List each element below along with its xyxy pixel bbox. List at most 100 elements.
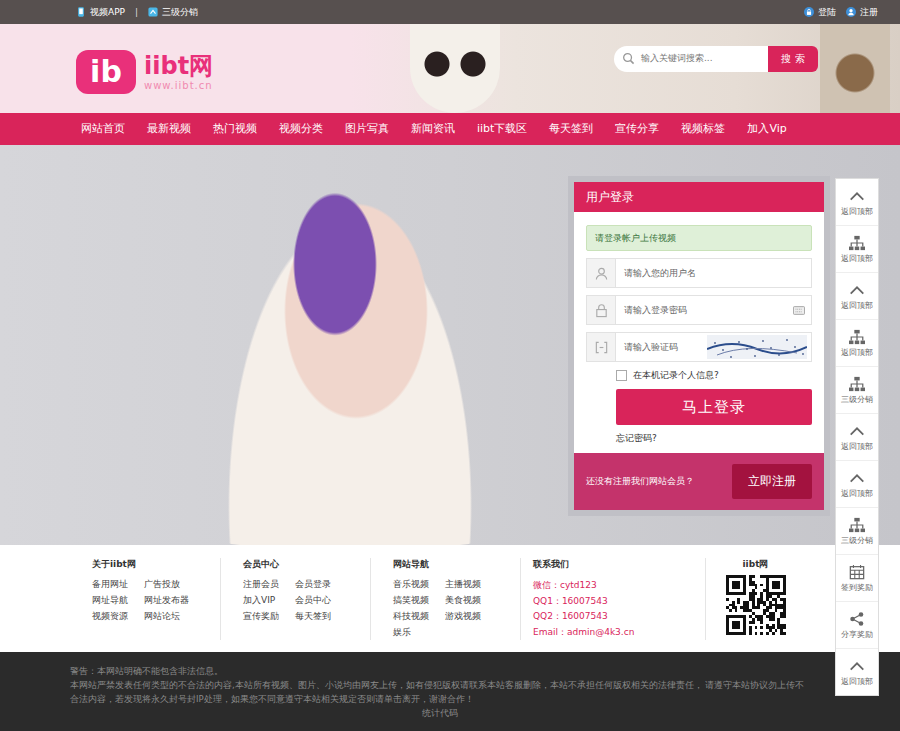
- footer-column: 关于iibt网备用网址广告投放网址导航网址发布器视频资源网站论坛: [92, 558, 220, 652]
- nav-item[interactable]: 视频分类: [268, 113, 334, 145]
- nav-item[interactable]: 热门视频: [202, 113, 268, 145]
- footer-link[interactable]: 备用网址: [92, 578, 144, 591]
- legal-text: 警告：本网站明确不能包含非法信息。: [70, 664, 810, 678]
- field-icon-box: [587, 296, 616, 324]
- logo-name: iibt网: [144, 52, 213, 80]
- hero-photo: [0, 145, 600, 545]
- login-link[interactable]: 登陆: [804, 6, 836, 19]
- floating-sidebar: 返回顶部返回顶部返回顶部返回顶部三级分销返回顶部返回顶部三级分销签到奖励分享奖励…: [835, 178, 879, 696]
- field-icon-box: [587, 259, 616, 287]
- remember-row[interactable]: 在本机记录个人信息?: [586, 369, 812, 382]
- remember-label: 在本机记录个人信息?: [633, 369, 719, 382]
- register-link[interactable]: 注册: [846, 6, 878, 19]
- footer-column-title: 会员中心: [243, 558, 370, 571]
- sidebar-item[interactable]: 返回顶部: [836, 273, 878, 320]
- footer-link[interactable]: 美食视频: [445, 594, 501, 607]
- keyboard-icon[interactable]: [793, 306, 805, 315]
- login-button[interactable]: 马上登录: [616, 389, 812, 425]
- register-prompt: 还没有注册我们网站会员？: [586, 475, 694, 488]
- nav-item[interactable]: 视频标签: [670, 113, 736, 145]
- footer-link[interactable]: 宣传奖励: [243, 610, 295, 623]
- qr-code: [726, 575, 786, 635]
- footer-link[interactable]: 娱乐: [393, 626, 445, 639]
- remember-checkbox[interactable]: [616, 370, 627, 381]
- sidebar-item[interactable]: 返回顶部: [836, 461, 878, 508]
- stats-link[interactable]: 统计代码: [70, 708, 810, 720]
- user-icon: [594, 266, 609, 281]
- nav-item[interactable]: 图片写真: [334, 113, 400, 145]
- footer-link-list: 注册会员会员登录加入VIP会员中心宣传奖励每天签到: [243, 578, 370, 623]
- footer-link[interactable]: 游戏视频: [445, 610, 501, 623]
- footer-link[interactable]: 音乐视频: [393, 578, 445, 591]
- sitemap-icon: [848, 329, 866, 345]
- login-panel: 用户登录请登录帐户上传视频请输入您的用户名请输入登录密码请输入验证码在本机记录个…: [568, 176, 830, 516]
- sidebar-item[interactable]: 返回顶部: [836, 226, 878, 273]
- nav-item[interactable]: 网站首页: [70, 113, 136, 145]
- top-bar: 视频APP|三级分销 登陆 注册: [0, 0, 900, 24]
- sidebar-label: 返回顶部: [841, 677, 873, 687]
- logo-mark: ib: [76, 50, 136, 94]
- distribution-link[interactable]: 三级分销: [148, 6, 198, 19]
- footer-link[interactable]: 加入VIP: [243, 594, 295, 607]
- footer-link[interactable]: 每天签到: [295, 610, 351, 623]
- field-placeholder: 请输入验证码: [616, 341, 707, 354]
- up-arrow-icon: [848, 188, 866, 204]
- search-button[interactable]: 搜 索: [768, 46, 818, 72]
- login-body: 请登录帐户上传视频请输入您的用户名请输入登录密码请输入验证码在本机记录个人信息?…: [574, 212, 824, 453]
- footer-link[interactable]: 搞笑视频: [393, 594, 445, 607]
- login-field[interactable]: 请输入验证码: [586, 332, 812, 362]
- user-icon: [846, 7, 856, 17]
- forgot-password-link[interactable]: 忘记密码?: [586, 432, 812, 445]
- sidebar-item[interactable]: 返回顶部: [836, 649, 878, 695]
- sidebar-item[interactable]: 三级分销: [836, 508, 878, 555]
- footer-column: 会员中心注册会员会员登录加入VIP会员中心宣传奖励每天签到: [220, 558, 370, 640]
- sitemap-icon: [848, 376, 866, 392]
- sidebar-item[interactable]: 三级分销: [836, 367, 878, 414]
- nav-item[interactable]: iibt下载区: [466, 113, 538, 145]
- contact-column: 联系我们微信：cytd123QQ1：16007543QQ2：16007543Em…: [520, 558, 705, 640]
- top-bar-left: 视频APP|三级分销: [76, 6, 198, 19]
- sidebar-label: 三级分销: [841, 536, 873, 546]
- nav-item[interactable]: 宣传分享: [604, 113, 670, 145]
- share-box-icon: [148, 7, 158, 17]
- field-placeholder: 请输入登录密码: [616, 304, 793, 317]
- login-field[interactable]: 请输入您的用户名: [586, 258, 812, 288]
- logo-url: www.iibt.cn: [144, 80, 213, 91]
- sidebar-item[interactable]: 分享奖励: [836, 602, 878, 649]
- footer-link[interactable]: 会员中心: [295, 594, 351, 607]
- nav-item[interactable]: 最新视频: [136, 113, 202, 145]
- footer-link[interactable]: 主播视频: [445, 578, 501, 591]
- sidebar-item[interactable]: 返回顶部: [836, 179, 878, 226]
- sidebar-label: 返回顶部: [841, 442, 873, 452]
- sidebar-item[interactable]: 签到奖励: [836, 555, 878, 602]
- logo[interactable]: ibiibt网www.iibt.cn: [76, 50, 213, 94]
- footer-link[interactable]: 会员登录: [295, 578, 351, 591]
- footer-link[interactable]: 视频资源: [92, 610, 144, 623]
- footer-links: 关于iibt网备用网址广告投放网址导航网址发布器视频资源网站论坛会员中心注册会员…: [0, 545, 900, 652]
- register-button[interactable]: 立即注册: [732, 464, 812, 499]
- footer-link[interactable]: 科技视频: [393, 610, 445, 623]
- nav-item[interactable]: 加入Vip: [736, 113, 797, 145]
- app-link[interactable]: 视频APP: [76, 6, 125, 19]
- footer-link[interactable]: 网址导航: [92, 594, 144, 607]
- footer-link[interactable]: 注册会员: [243, 578, 295, 591]
- sidebar-item[interactable]: 返回顶部: [836, 320, 878, 367]
- nav-item[interactable]: 新闻资讯: [400, 113, 466, 145]
- login-card: 用户登录请登录帐户上传视频请输入您的用户名请输入登录密码请输入验证码在本机记录个…: [574, 182, 824, 510]
- search-input[interactable]: 输入关键词搜索...: [614, 46, 768, 72]
- contact-title: 联系我们: [533, 558, 705, 571]
- sidebar-item[interactable]: 返回顶部: [836, 414, 878, 461]
- footer-link[interactable]: 网址发布器: [144, 594, 200, 607]
- cat-illustration: [820, 24, 890, 113]
- footer-link[interactable]: 网站论坛: [144, 610, 200, 623]
- phone-icon: [76, 7, 86, 17]
- login-field[interactable]: 请输入登录密码: [586, 295, 812, 325]
- captcha-image[interactable]: [707, 335, 807, 359]
- nav-item[interactable]: 每天签到: [538, 113, 604, 145]
- search-bar: 输入关键词搜索...搜 索: [614, 46, 818, 72]
- footer-link[interactable]: 广告投放: [144, 578, 200, 591]
- register-link-label: 注册: [860, 6, 878, 19]
- panda-illustration: [410, 24, 500, 113]
- header: ibiibt网www.iibt.cn 输入关键词搜索...搜 索: [0, 24, 900, 113]
- footer-link-list: 音乐视频主播视频搞笑视频美食视频科技视频游戏视频娱乐: [393, 578, 520, 639]
